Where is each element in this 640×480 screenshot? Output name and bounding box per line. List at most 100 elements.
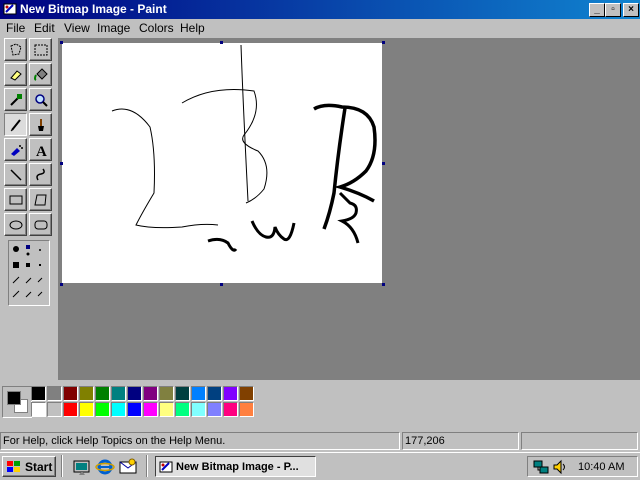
pencil-icon <box>10 118 21 131</box>
eraser-icon <box>9 69 22 81</box>
canvas-resize-handle[interactable] <box>382 162 385 165</box>
palette-color-swatch[interactable] <box>95 402 110 417</box>
rect-select-icon <box>34 44 47 55</box>
tool-options-panel[interactable] <box>8 240 50 306</box>
palette-color-swatch[interactable] <box>79 402 94 417</box>
palette-color-swatch[interactable] <box>95 386 110 401</box>
menu-file[interactable]: File <box>3 21 28 36</box>
line-tool[interactable] <box>4 163 27 186</box>
curve-icon <box>35 168 45 180</box>
ellipse-tool[interactable] <box>4 213 27 236</box>
menu-edit[interactable]: Edit <box>31 21 58 36</box>
palette-color-swatch[interactable] <box>223 386 238 401</box>
volume-icon[interactable] <box>552 459 568 475</box>
windows-logo-icon <box>7 460 20 472</box>
paint-bucket-icon <box>33 67 48 81</box>
canvas-resize-handle <box>60 283 63 286</box>
paint-app-icon <box>3 3 17 15</box>
palette-color-swatch[interactable] <box>207 402 222 417</box>
taskbar-paint-label: New Bitmap Image - P... <box>176 460 299 473</box>
polygon-tool[interactable] <box>29 188 52 211</box>
drawing-canvas[interactable] <box>62 43 382 283</box>
pick-color-tool[interactable] <box>4 88 27 111</box>
eraser-tool[interactable] <box>4 63 27 86</box>
polygon-icon <box>33 194 47 205</box>
palette-color-swatch[interactable] <box>79 386 94 401</box>
palette-color-swatch[interactable] <box>239 402 254 417</box>
free-form-select-icon <box>9 42 22 56</box>
network-icon[interactable] <box>532 459 550 475</box>
rounded-rectangle-tool[interactable] <box>29 213 52 236</box>
airbrush-icon <box>10 144 23 156</box>
current-colors-box <box>2 386 32 418</box>
taskbar-separator <box>61 455 63 477</box>
eyedropper-icon <box>9 93 22 106</box>
palette-color-swatch[interactable] <box>31 386 46 401</box>
canvas-resize-handle <box>220 41 223 44</box>
foreground-color-swatch[interactable] <box>7 391 21 405</box>
palette-color-swatch[interactable] <box>47 386 62 401</box>
minimize-button[interactable]: _ <box>589 3 605 17</box>
canvas-resize-handle <box>60 41 63 44</box>
palette-color-swatch[interactable] <box>31 402 46 417</box>
close-button[interactable]: × <box>623 3 639 17</box>
rectangle-icon <box>9 195 22 204</box>
system-tray: 10:40 AM <box>527 456 638 477</box>
fill-tool[interactable] <box>29 63 52 86</box>
magnifier-icon <box>34 93 48 107</box>
select-tool[interactable] <box>29 38 52 61</box>
palette-color-swatch[interactable] <box>47 402 62 417</box>
paint-app-icon <box>159 461 173 472</box>
status-size <box>521 432 638 450</box>
palette-color-swatch[interactable] <box>159 402 174 417</box>
brush-tool[interactable] <box>29 113 52 136</box>
palette-color-swatch[interactable] <box>63 402 78 417</box>
canvas-resize-handle[interactable] <box>220 283 223 286</box>
palette-color-swatch[interactable] <box>159 386 174 401</box>
palette-color-swatch[interactable] <box>175 386 190 401</box>
color-palette <box>0 382 640 430</box>
brush-icon <box>37 118 44 131</box>
menu-view[interactable]: View <box>61 21 93 36</box>
palette-color-swatch[interactable] <box>111 386 126 401</box>
start-button[interactable]: Start <box>2 456 56 477</box>
palette-color-swatch[interactable] <box>175 402 190 417</box>
magnifier-tool[interactable] <box>29 88 52 111</box>
window-title: New Bitmap Image - Paint <box>20 2 167 16</box>
internet-explorer-icon[interactable] <box>95 457 115 477</box>
palette-color-swatch[interactable] <box>191 402 206 417</box>
start-label: Start <box>25 459 53 474</box>
palette-color-swatch[interactable] <box>127 402 142 417</box>
system-clock[interactable]: 10:40 AM <box>578 461 624 473</box>
canvas-resize-handle[interactable] <box>382 283 385 286</box>
maximize-button[interactable]: ▫ <box>605 3 621 17</box>
taskbar-paint-button[interactable]: New Bitmap Image - P... <box>155 456 316 477</box>
curve-tool[interactable] <box>29 163 52 186</box>
palette-color-swatch[interactable] <box>239 386 254 401</box>
palette-color-swatch[interactable] <box>223 402 238 417</box>
show-desktop-icon[interactable] <box>72 457 92 477</box>
text-a-icon: A <box>36 144 47 158</box>
rectangle-tool[interactable] <box>4 188 27 211</box>
palette-color-swatch[interactable] <box>111 402 126 417</box>
pencil-tool[interactable] <box>4 113 27 136</box>
palette-swatches <box>31 386 271 420</box>
menu-image[interactable]: Image <box>94 21 133 36</box>
menu-colors[interactable]: Colors <box>136 21 177 36</box>
outlook-express-icon[interactable] <box>118 457 138 477</box>
palette-color-swatch[interactable] <box>63 386 78 401</box>
canvas-resize-handle <box>382 41 385 44</box>
palette-color-swatch[interactable] <box>143 386 158 401</box>
free-form-select-tool[interactable] <box>4 38 27 61</box>
taskbar-separator <box>146 455 148 477</box>
canvas-resize-handle <box>60 162 63 165</box>
title-bar[interactable]: New Bitmap Image - Paint _ ▫ × <box>0 0 640 19</box>
airbrush-tool[interactable] <box>4 138 27 161</box>
menu-help[interactable]: Help <box>177 21 208 36</box>
text-tool[interactable]: A <box>29 138 52 161</box>
palette-color-swatch[interactable] <box>143 402 158 417</box>
rounded-rectangle-icon <box>34 220 47 229</box>
palette-color-swatch[interactable] <box>127 386 142 401</box>
palette-color-swatch[interactable] <box>191 386 206 401</box>
palette-color-swatch[interactable] <box>207 386 222 401</box>
